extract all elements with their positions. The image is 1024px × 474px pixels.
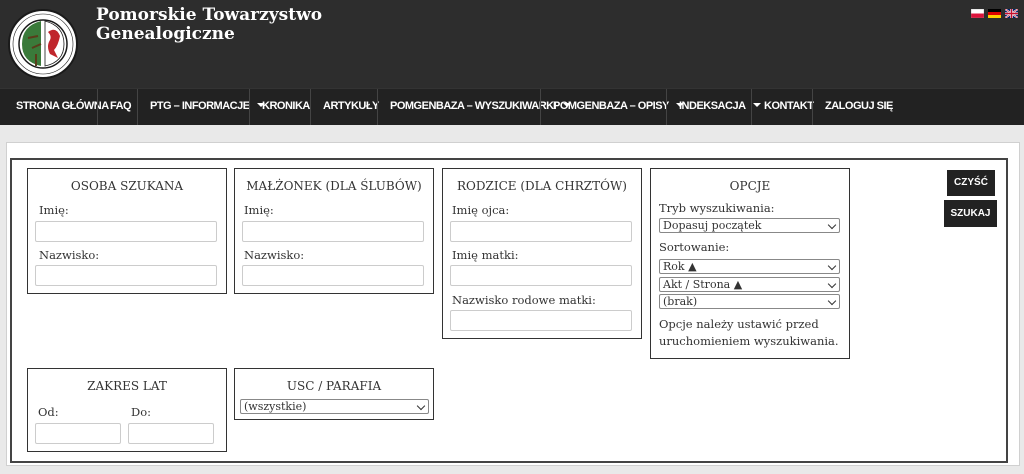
- select-value: (wszystkie): [244, 400, 307, 413]
- chevron-down-icon: [827, 220, 837, 230]
- usc-parafia-section: USC / PARAFIA (wszystkie): [234, 368, 434, 420]
- nav-item-pomgenbaza-opisy[interactable]: POMGENBAZA – OPISY: [553, 89, 684, 125]
- nav-label: POMGENBAZA – WYSZUKIWARKI: [390, 100, 557, 112]
- main-navigation: STRONA GŁÓWNA FAQ PTG – INFORMACJE KRONI…: [0, 88, 1024, 125]
- nazwisko-label: Nazwisko:: [244, 248, 305, 262]
- flag-pl-icon[interactable]: [971, 9, 984, 18]
- do-input[interactable]: [128, 423, 214, 444]
- zakres-lat-section: ZAKRES LAT Od: Do:: [27, 368, 227, 452]
- nav-separator: [137, 89, 138, 125]
- malzonek-imie-input[interactable]: [242, 221, 424, 242]
- nav-separator: [666, 89, 667, 125]
- flag-en-icon[interactable]: [1005, 9, 1018, 18]
- section-title: OSOBA SZUKANA: [70, 179, 184, 193]
- select-value: Dopasuj początek: [663, 219, 762, 232]
- select-value: (brak): [663, 295, 698, 308]
- note-line: uruchomieniem wyszukiwania.: [659, 334, 839, 348]
- select-value: Akt / Strona ▲: [663, 278, 743, 291]
- clear-button[interactable]: CZYŚĆ: [947, 170, 995, 196]
- nav-separator: [310, 89, 311, 125]
- malzonek-section: MAŁŻONEK (DLA ŚLUBÓW) Imię: Nazwisko:: [234, 168, 434, 294]
- nav-label: INDEKSACJA: [679, 100, 746, 112]
- nav-separator: [812, 89, 813, 125]
- od-input[interactable]: [35, 423, 121, 444]
- opcje-section: OPCJE Tryb wyszukiwania: Dopasuj począte…: [650, 168, 850, 359]
- site-title-line2: Genealogiczne: [96, 24, 235, 44]
- site-title-line1: Pomorskie Towarzystwo: [96, 5, 323, 25]
- options-note: Opcje należy ustawić przed uruchomieniem…: [659, 316, 839, 350]
- section-title: MAŁŻONEK (DLA ŚLUBÓW): [246, 179, 422, 193]
- nav-separator: [751, 89, 752, 125]
- tryb-label: Tryb wyszukiwania:: [659, 201, 775, 215]
- nav-separator: [97, 89, 98, 125]
- imie-label: Imię:: [39, 203, 69, 217]
- nazwisko-matki-label: Nazwisko rodowe matki:: [452, 293, 596, 307]
- nav-item-artykuly[interactable]: ARTYKUŁY: [323, 89, 379, 125]
- imie-matki-label: Imię matki:: [452, 248, 519, 262]
- do-label: Do:: [131, 405, 152, 419]
- flag-de-icon[interactable]: [988, 9, 1001, 18]
- search-button[interactable]: SZUKAJ: [944, 200, 997, 227]
- tryb-wyszukiwania-select[interactable]: Dopasuj początek: [659, 218, 840, 233]
- select-value: Rok ▲: [663, 260, 697, 273]
- nav-item-indeksacja[interactable]: INDEKSACJA: [679, 89, 761, 125]
- od-label: Od:: [38, 405, 59, 419]
- chevron-down-icon: [827, 296, 837, 306]
- section-title: RODZICE (DLA CHRZTÓW): [457, 179, 627, 193]
- caret-down-icon: [752, 103, 761, 108]
- sort-3-select[interactable]: (brak): [659, 294, 840, 309]
- nav-item-faq[interactable]: FAQ: [110, 89, 132, 125]
- nav-separator: [540, 89, 541, 125]
- imie-matki-input[interactable]: [450, 265, 632, 286]
- sort-1-select[interactable]: Rok ▲: [659, 259, 840, 274]
- nav-separator: [249, 89, 250, 125]
- site-title[interactable]: Pomorskie Towarzystwo Genealogiczne: [96, 6, 322, 44]
- language-switcher: [971, 9, 1018, 18]
- section-title: USC / PARAFIA: [286, 379, 382, 393]
- search-form: OSOBA SZUKANA Imię: Nazwisko: MAŁŻONEK (…: [10, 158, 1008, 463]
- site-header: Pomorskie Towarzystwo Genealogiczne: [0, 0, 1024, 88]
- nazwisko-label: Nazwisko:: [39, 248, 100, 262]
- osoba-szukana-section: OSOBA SZUKANA Imię: Nazwisko:: [27, 168, 227, 294]
- nav-item-kronika[interactable]: KRONIKA: [262, 89, 310, 125]
- imie-label: Imię:: [244, 203, 274, 217]
- nav-item-zaloguj[interactable]: ZALOGUJ SIĘ: [825, 89, 893, 125]
- sort-2-select[interactable]: Akt / Strona ▲: [659, 277, 840, 292]
- chevron-down-icon: [416, 401, 426, 411]
- imie-ojca-input[interactable]: [450, 221, 632, 242]
- osoba-nazwisko-input[interactable]: [35, 265, 217, 286]
- rodzice-section: RODZICE (DLA CHRZTÓW) Imię ojca: Imię ma…: [442, 168, 642, 339]
- usc-parafia-select[interactable]: (wszystkie): [240, 399, 429, 414]
- nav-item-ptg-informacje[interactable]: PTG – INFORMACJE: [150, 89, 265, 125]
- nav-item-strona-glowna[interactable]: STRONA GŁÓWNA: [16, 89, 109, 125]
- chevron-down-icon: [827, 261, 837, 271]
- osoba-imie-input[interactable]: [35, 221, 217, 242]
- imie-ojca-label: Imię ojca:: [452, 203, 510, 217]
- nav-item-pomgenbaza-wyszukiwarki[interactable]: POMGENBAZA – WYSZUKIWARKI: [390, 89, 572, 125]
- nav-item-kontakt[interactable]: KONTAKT: [764, 89, 814, 125]
- nav-separator: [377, 89, 378, 125]
- nav-label: PTG – INFORMACJE: [150, 100, 250, 112]
- chevron-down-icon: [827, 279, 837, 289]
- nazwisko-matki-input[interactable]: [450, 310, 632, 331]
- section-title: OPCJE: [729, 179, 771, 193]
- sortowanie-label: Sortowanie:: [659, 240, 730, 254]
- nav-label: POMGENBAZA – OPISY: [553, 100, 669, 112]
- section-title: ZAKRES LAT: [87, 379, 167, 393]
- note-line: Opcje należy ustawić przed: [659, 317, 819, 331]
- ptg-logo[interactable]: [8, 6, 78, 82]
- malzonek-nazwisko-input[interactable]: [242, 265, 424, 286]
